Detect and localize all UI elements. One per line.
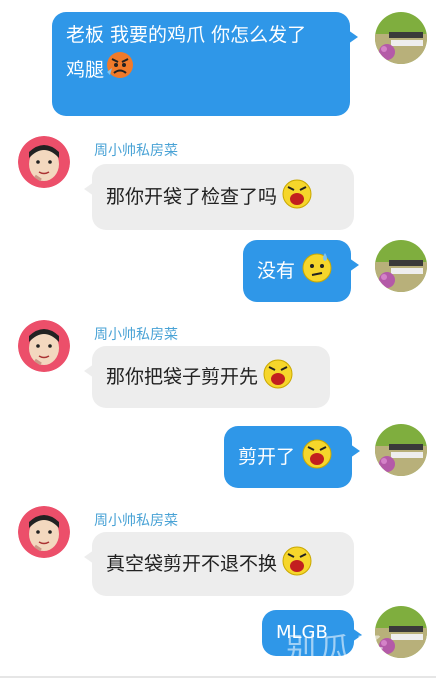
my-avatar[interactable] [375, 240, 427, 292]
my-message-bubble[interactable]: 老板 我要的鸡爪 你怎么发了 鸡腿 [52, 12, 358, 116]
message-text: 老板 我要的鸡爪 你怎么发了 [66, 24, 307, 46]
contact-name: 周小帅私房菜 [94, 513, 178, 529]
message-text: 剪开了 [238, 446, 296, 468]
message-text: 那你开袋了检查了吗 [106, 186, 278, 208]
message-text: 没有 [257, 260, 296, 282]
chat-thread: 老板 我要的鸡爪 你怎么发了 鸡腿 周小帅私房菜 那你开袋了检查了吗 没有 周小… [0, 0, 436, 681]
peer-message-bubble[interactable]: 那你开袋了检查了吗 [84, 164, 354, 230]
laughing-face-emoji-icon [299, 436, 335, 479]
laughing-face-emoji-icon [279, 176, 315, 219]
message-text: 鸡腿 [66, 58, 105, 81]
angry-face-emoji-icon [104, 50, 138, 89]
contact-avatar[interactable] [18, 320, 70, 372]
my-message-bubble[interactable]: 剪开了 [224, 426, 360, 488]
laughing-face-emoji-icon [279, 543, 315, 586]
message-text: 那你把袋子剪开先 [106, 366, 259, 388]
peer-message-bubble[interactable]: 那你把袋子剪开先 [84, 346, 330, 408]
contact-name: 周小帅私房菜 [94, 327, 178, 343]
contact-avatar[interactable] [18, 136, 70, 188]
my-avatar[interactable] [375, 12, 427, 64]
laughing-face-emoji-icon [260, 356, 296, 399]
my-avatar[interactable] [375, 424, 427, 476]
my-message-bubble[interactable]: 没有 [243, 240, 359, 302]
message-text: 真空袋剪开不退不换 [106, 553, 278, 575]
sweat-face-emoji-icon [299, 249, 335, 294]
divider [0, 676, 436, 678]
watermark-text: 别瓜子 [286, 632, 388, 667]
contact-avatar[interactable] [18, 506, 70, 558]
peer-message-bubble[interactable]: 真空袋剪开不退不换 [84, 532, 354, 596]
contact-name: 周小帅私房菜 [94, 143, 178, 159]
